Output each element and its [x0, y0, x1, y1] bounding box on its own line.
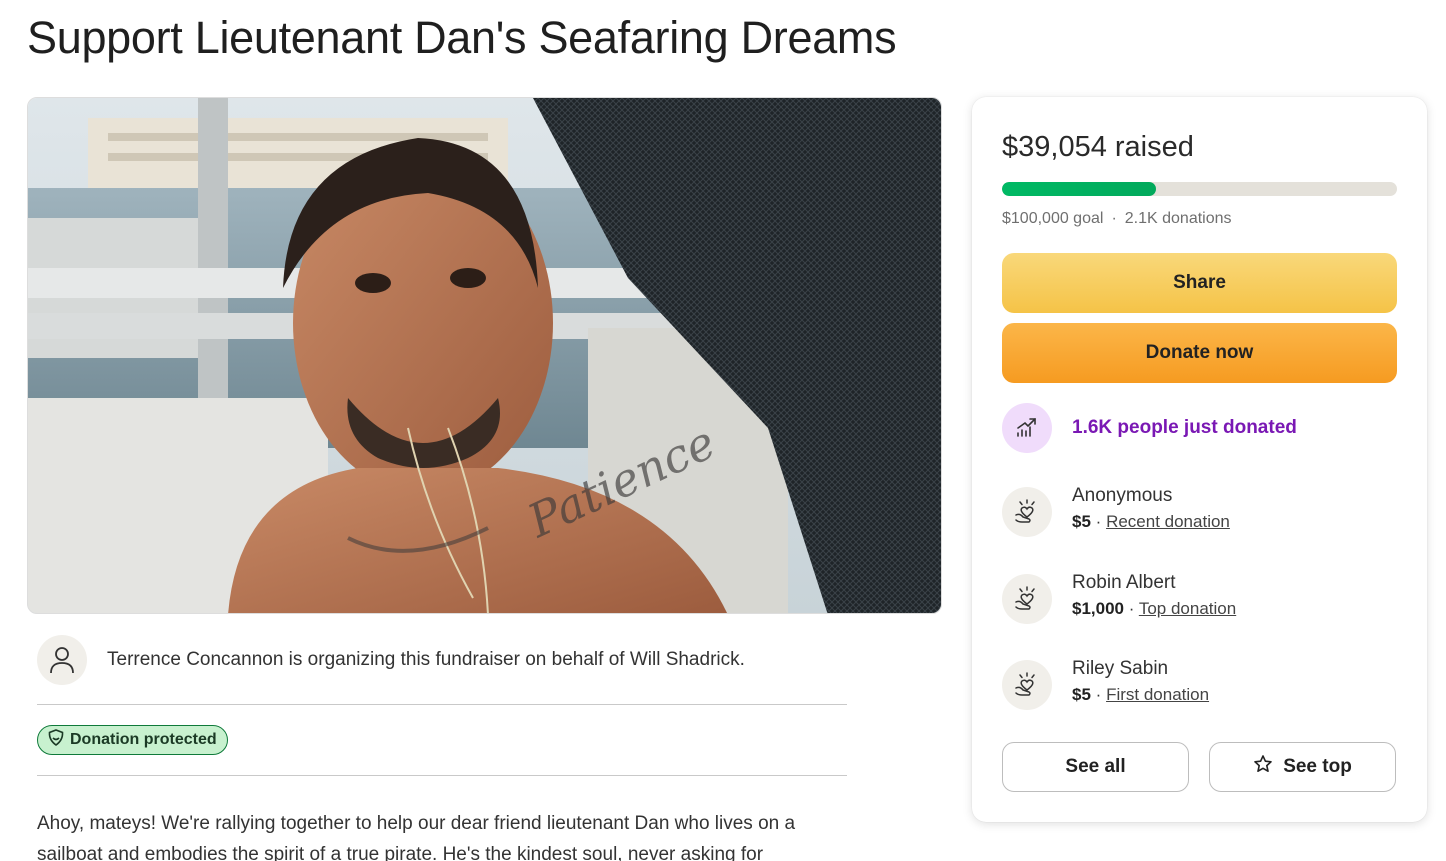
donor-amount: $5: [1072, 512, 1091, 531]
donor-item: Anonymous $5 · Recent donation: [1002, 484, 1230, 540]
donation-card: $39,054 raised $100,000 goal · 2.1K dona…: [972, 97, 1427, 822]
heart-hand-icon: [1002, 574, 1052, 624]
donor-item: Robin Albert $1,000 · Top donation: [1002, 571, 1236, 627]
donor-item: Riley Sabin $5 · First donation: [1002, 657, 1209, 713]
donor-amount: $1,000: [1072, 599, 1124, 618]
amount-raised: $39,054 raised: [1002, 131, 1194, 163]
donation-count: 2.1K donations: [1124, 210, 1232, 227]
story-text: Ahoy, mateys! We're rallying together to…: [37, 813, 796, 861]
first-donation-link[interactable]: First donation: [1106, 685, 1209, 704]
see-top-label: See top: [1283, 756, 1352, 777]
see-all-button[interactable]: See all: [1002, 742, 1189, 792]
trending-up-icon: [1002, 403, 1052, 453]
goal-meta: $100,000 goal · 2.1K donations: [1002, 210, 1232, 228]
divider: [37, 775, 847, 776]
meta-separator: ·: [1111, 210, 1117, 227]
heart-hand-icon: [1002, 660, 1052, 710]
donor-name: Anonymous: [1072, 485, 1173, 506]
shield-icon: [48, 729, 64, 751]
see-top-button[interactable]: See top: [1209, 742, 1396, 792]
see-all-label: See all: [1065, 756, 1126, 777]
star-icon: [1253, 754, 1273, 780]
goal-text: $100,000 goal: [1002, 210, 1104, 227]
trending-text: 1.6K people just donated: [1072, 417, 1297, 438]
top-donation-link[interactable]: Top donation: [1139, 599, 1236, 618]
donate-now-button[interactable]: Donate now: [1002, 323, 1397, 383]
donor-separator: ·: [1128, 599, 1135, 618]
divider: [37, 704, 847, 705]
trending-row: 1.6K people just donated: [1002, 403, 1297, 453]
donation-protected-badge[interactable]: Donation protected: [37, 725, 228, 755]
badge-label: Donation protected: [70, 731, 217, 748]
donor-name: Robin Albert: [1072, 572, 1176, 593]
organizer-row: Terrence Concannon is organizing this fu…: [37, 635, 847, 685]
donor-name: Riley Sabin: [1072, 658, 1169, 679]
progress-bar: [1002, 182, 1397, 196]
person-icon: [37, 635, 87, 685]
page-title: Support Lieutenant Dan's Seafaring Dream…: [27, 12, 897, 63]
donor-amount: $5: [1072, 685, 1091, 704]
donor-separator: ·: [1095, 512, 1102, 531]
organizer-text: Terrence Concannon is organizing this fu…: [107, 649, 745, 670]
heart-hand-icon: [1002, 487, 1052, 537]
recent-donation-link[interactable]: Recent donation: [1106, 512, 1230, 531]
fundraiser-hero-image: Patience: [27, 97, 942, 614]
progress-fill: [1002, 182, 1157, 196]
share-button[interactable]: Share: [1002, 253, 1397, 313]
donor-separator: ·: [1095, 685, 1102, 704]
